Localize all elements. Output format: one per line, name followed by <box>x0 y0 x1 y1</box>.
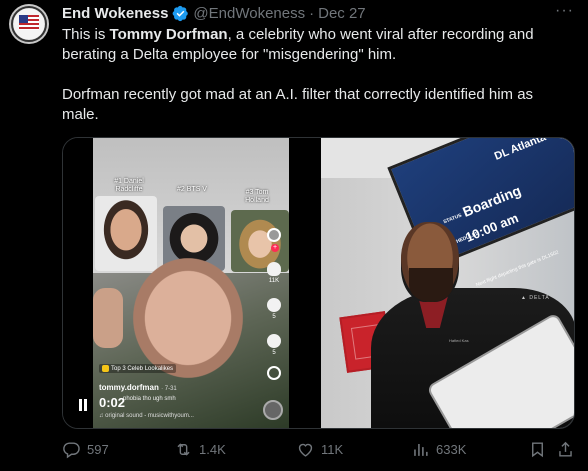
tiktok-date: · 7-31 <box>161 386 177 392</box>
bookmark-icon <box>532 441 543 457</box>
tweet-date[interactable]: Dec 27 <box>318 5 366 22</box>
avatar[interactable] <box>9 4 49 44</box>
more-icon[interactable]: ··· <box>555 2 574 20</box>
retweet-count: 1.4K <box>199 441 226 457</box>
handle[interactable]: @EndWokeness <box>193 5 305 22</box>
tiktok-share-icon <box>265 366 283 382</box>
share-button[interactable] <box>556 437 575 461</box>
tiktok-like-icon: 11K <box>265 262 283 284</box>
lookalike-caption-1: #1 Daniel Radcliffe <box>114 178 144 193</box>
retweet-icon <box>177 442 190 456</box>
like-icon <box>298 443 313 457</box>
action-bar: 597 1.4K 11K 633K <box>62 437 575 461</box>
tiktok-comment-count: 5 <box>272 314 276 320</box>
reply-icon <box>63 441 80 458</box>
views-count: 633K <box>436 441 467 457</box>
follow-plus-icon: + <box>271 244 279 252</box>
airport-frame: DL Atlanta STATUS Boarding SCHEDULED 10:… <box>321 138 574 428</box>
tiktok-frame: #1 Daniel Radcliffe #2 BTS V #3 Tom Holl… <box>93 138 289 428</box>
pause-icon[interactable] <box>78 399 88 411</box>
delta-logo: ▲ DELTA <box>521 295 550 301</box>
text-bold-name: Tommy Dorfman <box>109 26 228 43</box>
verified-badge-icon <box>173 5 189 21</box>
video-timecode: 0:02 <box>99 395 126 410</box>
tiktok-save-icon: 5 <box>265 334 283 356</box>
like-count: 11K <box>321 441 344 457</box>
views-button[interactable]: 633K <box>411 437 466 461</box>
views-icon <box>414 443 428 456</box>
tiktok-save-count: 5 <box>272 350 276 356</box>
lookalike-caption-3: #3 Tom Holland <box>245 189 269 204</box>
display-name[interactable]: End Wokeness <box>62 5 168 22</box>
tiktok-like-count: 11K <box>268 278 280 284</box>
hand <box>93 288 123 348</box>
text-suffix: , a celebrity who went viral after recor… <box>227 26 534 43</box>
letterbox-middle <box>289 138 321 428</box>
bookmark-button[interactable] <box>528 437 547 461</box>
reply-count: 597 <box>87 441 109 457</box>
retweet-button[interactable]: 1.4K <box>174 437 226 461</box>
tiktok-username-text: tommy.dorfman <box>99 383 159 392</box>
tweet-line-1: This is Tommy Dorfman, a celebrity who w… <box>62 25 567 45</box>
media-video[interactable]: #1 Daniel Radcliffe #2 BTS V #3 Tom Holl… <box>62 137 575 429</box>
tweet-line-4: male. <box>62 106 99 123</box>
effect-label: Top 3 Celeb Lookalikes <box>99 364 177 373</box>
profile-icon <box>265 228 283 244</box>
tiktok-sound: ♫ original sound - musicwithyoum... <box>99 413 194 419</box>
tweet-line-2: berating a Delta employee for "misgender… <box>62 46 397 63</box>
tiktok-comment-icon: 5 <box>265 298 283 320</box>
letterbox-left <box>63 138 93 428</box>
selfie-face <box>133 258 243 378</box>
lookalike-photo-1 <box>95 196 157 271</box>
employee-beard <box>409 268 453 302</box>
tiktok-username: tommy.dorfman · 7-31 <box>99 383 177 392</box>
tweet-header: End Wokeness @EndWokeness · Dec 27 <box>62 3 366 23</box>
effect-label-text: Top 3 Celeb Lookalikes <box>111 365 174 372</box>
share-icon <box>559 441 572 457</box>
lookalike-caption-2: #2 BTS V <box>177 186 207 193</box>
tweet-text: This is Tommy Dorfman, a celebrity who w… <box>62 25 567 125</box>
like-button[interactable]: 11K <box>296 437 343 461</box>
tweet-line-3: Dorfman recently got mad at an A.I. filt… <box>62 86 534 103</box>
lightbulb-icon <box>102 365 109 372</box>
name-badge: Hafied Kas <box>449 338 469 343</box>
reply-button[interactable]: 597 <box>62 437 109 461</box>
tiktok-caption: phobia tho ugh smh <box>123 396 176 402</box>
text-prefix: This is <box>62 26 110 43</box>
separator: · <box>309 4 315 22</box>
gate-display-next: Next flight departing this gate is DL150… <box>475 249 560 289</box>
tiktok-music-disc-icon <box>263 400 283 420</box>
flag-icon <box>19 15 39 30</box>
